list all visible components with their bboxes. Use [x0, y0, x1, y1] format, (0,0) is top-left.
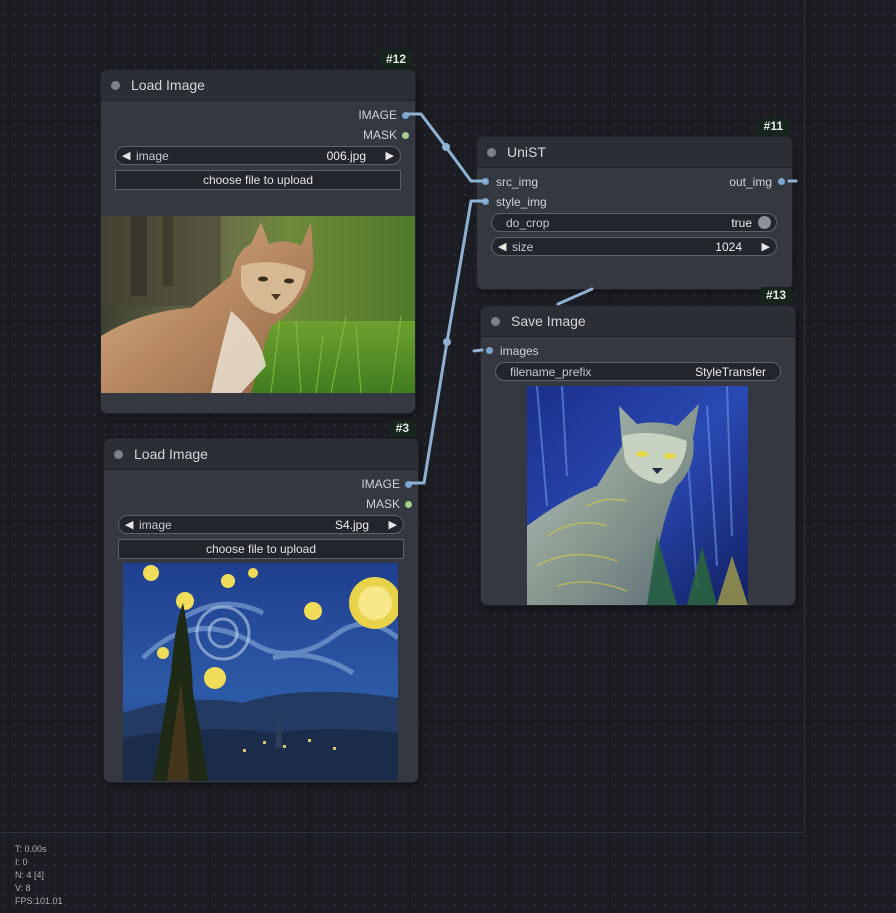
node-collapse-dot-icon[interactable]: [111, 81, 120, 90]
render-stats: T: 0.00s I: 0 N: 4 [4] V: 8 FPS:101.01: [15, 843, 63, 908]
node-collapse-dot-icon[interactable]: [487, 148, 496, 157]
input-slot-images[interactable]: [486, 347, 493, 354]
node-save-image-13[interactable]: #13 Save Image images filename_prefix St…: [481, 287, 795, 605]
output-slot-mask[interactable]: [405, 501, 412, 508]
node-header[interactable]: Save Image: [481, 306, 795, 337]
input-label-src-img: src_img: [496, 175, 539, 189]
link-11-to-13: [556, 287, 594, 306]
arrow-right-icon[interactable]: ▶: [389, 518, 397, 531]
output-slot-mask[interactable]: [402, 132, 409, 139]
arrow-right-icon[interactable]: ▶: [762, 240, 770, 253]
input-label-style-img: style_img: [496, 195, 547, 209]
link-3-to-11: [408, 199, 488, 485]
input-slot-style-img[interactable]: [482, 198, 489, 205]
output-label-out-img: out_img: [729, 175, 772, 189]
node-title: Save Image: [511, 313, 586, 329]
do-crop-toggle[interactable]: do_crop true: [491, 213, 777, 232]
node-id-badge: #12: [379, 51, 412, 68]
node-id-badge: #3: [389, 420, 415, 437]
image-combo-widget[interactable]: ◀ image S4.jpg ▶: [118, 515, 404, 534]
link-12-to-11: [405, 112, 488, 183]
node-title: Load Image: [131, 77, 205, 93]
output-slot-out-img[interactable]: [778, 178, 785, 185]
node-header[interactable]: UniST: [477, 137, 792, 168]
stat-fps: FPS:101.01: [15, 896, 63, 906]
stat-iterations: I: 0: [15, 857, 28, 867]
widget-value: StyleTransfer: [695, 365, 766, 379]
node-title: Load Image: [134, 446, 208, 462]
node-collapse-dot-icon[interactable]: [114, 450, 123, 459]
widget-value: 006.jpg: [326, 149, 366, 163]
widget-label: do_crop: [506, 216, 550, 230]
output-slot-image[interactable]: [402, 112, 409, 119]
widget-value: true: [731, 216, 752, 230]
output-slot-image[interactable]: [405, 481, 412, 488]
node-id-badge: #13: [759, 287, 792, 304]
arrow-left-icon[interactable]: ◀: [125, 518, 133, 531]
widget-value: 1024: [715, 240, 742, 254]
widget-label: image: [136, 149, 169, 163]
preview-image-starry-night: [123, 563, 398, 781]
output-label-mask: MASK: [365, 497, 400, 511]
node-collapse-dot-icon[interactable]: [491, 317, 500, 326]
node-load-image-12[interactable]: #12 Load Image IMAGE MASK ◀ image 006.jp…: [101, 51, 415, 413]
widget-value: S4.jpg: [334, 518, 369, 532]
arrow-left-icon[interactable]: ◀: [498, 240, 506, 253]
upload-button[interactable]: choose file to upload: [115, 170, 401, 190]
size-number-widget[interactable]: ◀ size 1024 ▶: [491, 237, 777, 256]
widget-label: size: [512, 240, 534, 254]
widget-label: filename_prefix: [510, 365, 592, 379]
stat-time: T: 0.00s: [15, 844, 47, 854]
arrow-right-icon[interactable]: ▶: [386, 149, 394, 162]
group-edge-vertical: [804, 0, 805, 833]
widget-label: image: [139, 518, 172, 532]
group-edge-horizontal: [0, 832, 805, 833]
output-label-mask: MASK: [362, 128, 397, 142]
output-preview-image: [527, 386, 748, 605]
link-midpoint-dot: [443, 338, 451, 346]
filename-prefix-widget[interactable]: filename_prefix StyleTransfer: [495, 362, 781, 381]
node-unist-11[interactable]: #11 UniST src_img style_img out_img do_c…: [477, 118, 792, 289]
stat-nodes: N: 4 [4]: [15, 870, 45, 880]
toggle-knob-icon[interactable]: [758, 216, 771, 229]
arrow-left-icon[interactable]: ◀: [122, 149, 130, 162]
input-slot-src-img[interactable]: [482, 178, 489, 185]
upload-button[interactable]: choose file to upload: [118, 539, 404, 559]
stat-visible: V: 8: [15, 883, 31, 893]
input-label-images: images: [500, 344, 539, 358]
preview-image-lynx: [101, 216, 415, 393]
image-combo-widget[interactable]: ◀ image 006.jpg ▶: [115, 146, 401, 165]
link-midpoint-dot: [442, 143, 450, 151]
node-load-image-3[interactable]: #3 Load Image IMAGE MASK ◀ image S4.jpg …: [104, 420, 418, 782]
node-id-badge: #11: [757, 118, 789, 135]
node-title: UniST: [507, 144, 546, 160]
output-label-image: IMAGE: [358, 108, 397, 122]
output-label-image: IMAGE: [361, 477, 400, 491]
node-header[interactable]: Load Image: [101, 70, 415, 101]
node-header[interactable]: Load Image: [104, 439, 418, 470]
